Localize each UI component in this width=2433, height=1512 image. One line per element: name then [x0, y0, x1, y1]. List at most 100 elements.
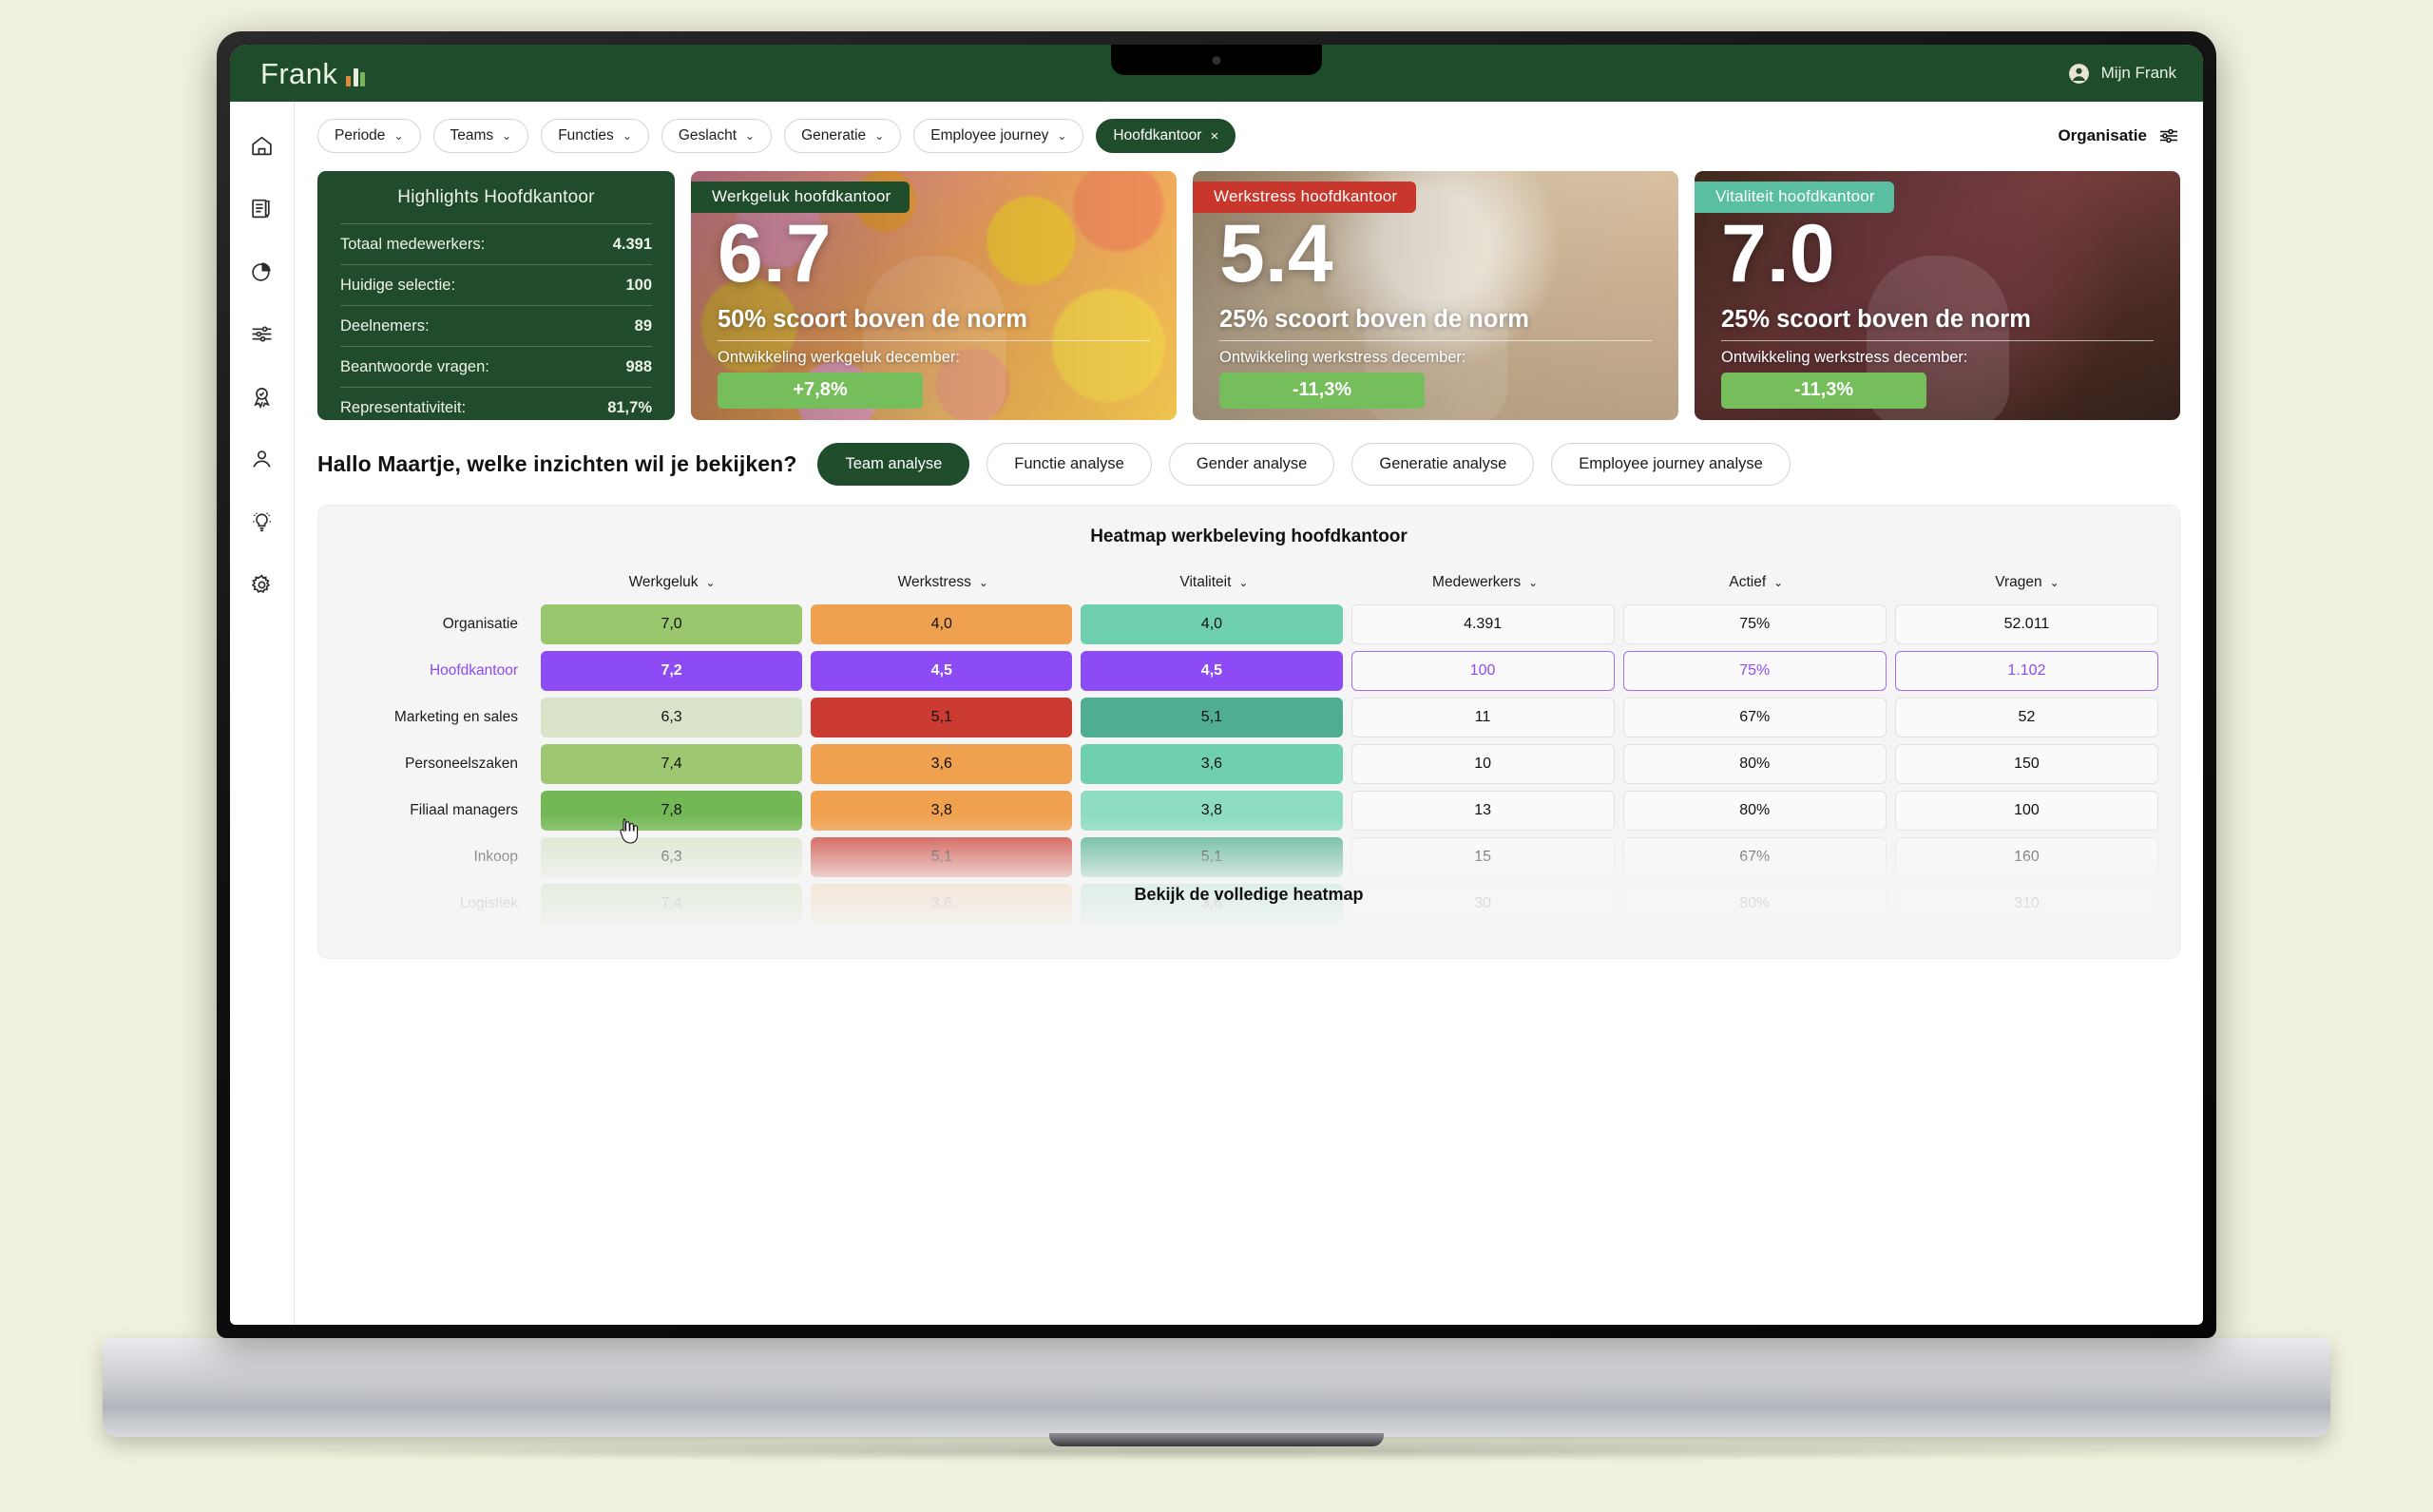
metric-card-vitaliteit[interactable]: Vitaliteit hoofdkantoor 7.0 25% scoort b…	[1695, 171, 2180, 420]
heatmap-cell-werkgeluk[interactable]: 7,0	[541, 604, 803, 644]
heatmap-cell-vragen[interactable]: 310	[1894, 930, 2159, 958]
heatmap-cell-werkgeluk[interactable]: 7,8	[541, 791, 803, 831]
heatmap-cell-werkstress[interactable]: 4,0	[811, 604, 1073, 644]
column-label: Vragen	[1995, 574, 2042, 590]
heatmap-cell-vitaliteit[interactable]: 4,5	[1081, 651, 1343, 691]
sidebar-item-insights[interactable]	[241, 501, 283, 543]
sidebar-item-reports[interactable]	[241, 250, 283, 292]
heatmap-cell-vitaliteit[interactable]: 3,8	[1081, 791, 1343, 831]
filter-chip-group: Periode ⌄ Teams ⌄ Functies ⌄ Geslacht ⌄ …	[317, 119, 1236, 153]
heatmap-cell-werkstress[interactable]: 3,6	[811, 930, 1073, 958]
heatmap-cell-werkgeluk[interactable]: 6,3	[541, 837, 803, 877]
view-full-heatmap-link[interactable]: Bekijk de volledige heatmap	[318, 885, 2179, 905]
heatmap-cell-medewerkers[interactable]: 15	[1351, 837, 1615, 877]
metric-card-werkstress[interactable]: Werkstress hoofdkantoor 5.4 25% scoort b…	[1193, 171, 1678, 420]
greeting-text: Hallo Maartje, welke inzichten wil je be…	[317, 451, 797, 476]
metric-card-delta: +7,8%	[718, 373, 923, 409]
brand-logo[interactable]: Frank	[260, 59, 366, 88]
heatmap-cell-werkstress[interactable]: 3,8	[811, 791, 1073, 831]
sidebar-item-profile[interactable]	[241, 438, 283, 480]
sidebar-item-home[interactable]	[241, 124, 283, 166]
filter-chip-periode[interactable]: Periode ⌄	[317, 119, 421, 153]
sidebar-item-preferences[interactable]	[241, 564, 283, 605]
heatmap-cell-actief[interactable]: 80%	[1622, 930, 1887, 958]
heatmap-cell-medewerkers[interactable]: 30	[1351, 930, 1615, 958]
heatmap-col-vragen[interactable]: Vragen ⌄	[1896, 574, 2158, 591]
filter-chip-functies[interactable]: Functies ⌄	[541, 119, 649, 153]
heatmap-cell-werkgeluk[interactable]: 7,4	[541, 930, 803, 958]
heatmap-cell-werkstress[interactable]: 3,6	[811, 744, 1073, 784]
heatmap-col-werkstress[interactable]: Werkstress ⌄	[812, 574, 1074, 591]
heatmap-cell-medewerkers[interactable]: 13	[1351, 791, 1615, 831]
heatmap-col-medewerkers[interactable]: Medewerkers ⌄	[1354, 574, 1617, 591]
lightbulb-icon	[253, 511, 271, 531]
sidebar-item-filters[interactable]	[241, 313, 283, 354]
heatmap-cell-medewerkers[interactable]: 11	[1351, 698, 1615, 737]
heatmap-cell-vragen[interactable]: 150	[1894, 744, 2159, 784]
my-frank-account[interactable]: Mijn Frank	[2067, 62, 2176, 86]
heatmap-cell-werkgeluk[interactable]: 7,4	[541, 744, 803, 784]
analysis-tab-group: Team analyse Functie analyse Gender anal…	[817, 443, 1791, 486]
heatmap-cell-vitaliteit[interactable]: 4,0	[1081, 604, 1343, 644]
chevron-down-icon: ⌄	[2049, 576, 2059, 589]
metric-card-werkgeluk[interactable]: Werkgeluk hoofdkantoor 6.7 50% scoort bo…	[691, 171, 1177, 420]
heatmap-cell-vitaliteit[interactable]: 3,6	[1081, 930, 1343, 958]
heatmap-cell-vragen[interactable]: 160	[1894, 837, 2159, 877]
tab-functie-analyse[interactable]: Functie analyse	[987, 443, 1152, 486]
webcam-icon	[1212, 56, 1221, 65]
filter-chip-employee-journey[interactable]: Employee journey ⌄	[913, 119, 1084, 153]
heatmap-cell-medewerkers[interactable]: 100	[1351, 651, 1615, 691]
heatmap-cell-actief[interactable]: 80%	[1622, 744, 1887, 784]
heatmap-row-label: Personeelszaken	[405, 756, 518, 772]
heatmap-cell-werkgeluk[interactable]: 6,3	[541, 698, 803, 737]
filter-chip-teams[interactable]: Teams ⌄	[432, 119, 529, 153]
filter-chip-geslacht[interactable]: Geslacht ⌄	[661, 119, 773, 153]
heatmap-cell-werkstress[interactable]: 5,1	[811, 837, 1073, 877]
heatmap-col-actief[interactable]: Actief ⌄	[1625, 574, 1887, 591]
heatmap-row-inkoop[interactable]: Inkoop 6,3 5,1 5,1 15 67% 160	[339, 837, 2159, 877]
heatmap-cell-vitaliteit[interactable]: 5,1	[1081, 698, 1343, 737]
heatmap-cell-werkstress[interactable]: 4,5	[811, 651, 1073, 691]
heatmap-row-label: Hoofdkantoor	[429, 662, 518, 679]
tab-generatie-analyse[interactable]: Generatie analyse	[1351, 443, 1535, 486]
heatmap-row-cells: 7,2 4,5 4,5 100 75% 1.102	[541, 651, 2159, 691]
heatmap-cell-actief[interactable]: 67%	[1622, 698, 1887, 737]
heatmap-cell-werkgeluk[interactable]: 7,2	[541, 651, 803, 691]
heatmap-cell-vitaliteit[interactable]: 3,6	[1081, 744, 1343, 784]
heatmap-cell-medewerkers[interactable]: 10	[1351, 744, 1615, 784]
heatmap-cell-vragen[interactable]: 1.102	[1894, 651, 2159, 691]
heatmap-cell-medewerkers[interactable]: 4.391	[1351, 604, 1615, 644]
heatmap-cell-werkstress[interactable]: 5,1	[811, 698, 1073, 737]
heatmap-row-marketing-en-sales[interactable]: Marketing en sales 6,3 5,1 5,1 11 67% 52	[339, 698, 2159, 737]
document-edit-icon	[252, 199, 270, 218]
filter-chip-generatie[interactable]: Generatie ⌄	[784, 119, 902, 153]
heatmap-cell-vragen[interactable]: 52	[1894, 698, 2159, 737]
bar-chart-logo-icon	[346, 67, 366, 88]
heatmap-row-personeelszaken[interactable]: Personeelszaken 7,4 3,6 3,6 10 80% 150	[339, 744, 2159, 784]
heatmap-col-vitaliteit[interactable]: Vitaliteit ⌄	[1082, 574, 1345, 591]
heatmap-row-organisatie[interactable]: Organisatie 7,0 4,0 4,0 4.391 75% 52.011	[339, 604, 2159, 644]
heatmap-row-hoofdkantoor[interactable]: Hoofdkantoor 7,2 4,5 4,5 100 75% 1.102	[339, 651, 2159, 691]
heatmap-col-werkgeluk[interactable]: Werkgeluk ⌄	[541, 574, 803, 591]
highlights-value: 988	[625, 357, 652, 375]
heatmap-cell-vitaliteit[interactable]: 5,1	[1081, 837, 1343, 877]
heatmap-cell-vragen[interactable]: 100	[1894, 791, 2159, 831]
heatmap-cell-actief[interactable]: 75%	[1622, 651, 1887, 691]
tab-gender-analyse[interactable]: Gender analyse	[1168, 443, 1335, 486]
chevron-down-icon: ⌄	[978, 576, 988, 589]
tab-employee-journey-analyse[interactable]: Employee journey analyse	[1551, 443, 1791, 486]
heatmap-cell-vragen[interactable]: 52.011	[1894, 604, 2159, 644]
filter-bar: Periode ⌄ Teams ⌄ Functies ⌄ Geslacht ⌄ …	[317, 119, 2180, 153]
metric-card-score: 6.7	[718, 208, 832, 299]
account-circle-icon	[2068, 63, 2089, 84]
heatmap-cell-actief[interactable]: 80%	[1622, 791, 1887, 831]
heatmap-cell-actief[interactable]: 75%	[1622, 604, 1887, 644]
heatmap-cell-actief[interactable]: 67%	[1622, 837, 1887, 877]
sidebar-item-survey[interactable]	[241, 187, 283, 229]
filter-chip-hoofdkantoor[interactable]: Hoofdkantoor ×	[1096, 119, 1236, 153]
tab-team-analyse[interactable]: Team analyse	[817, 443, 970, 486]
heatmap-row-filiaal-managers[interactable]: Filiaal managers 7,8 3,8 3,8 13 80% 100	[339, 791, 2159, 831]
sidebar-item-awards[interactable]	[241, 375, 283, 417]
organisatie-selector[interactable]: Organisatie	[2058, 124, 2180, 147]
heatmap-row-facilitair[interactable]: Facilitair 7,4 3,6 3,6 30 80% 310	[339, 930, 2159, 958]
